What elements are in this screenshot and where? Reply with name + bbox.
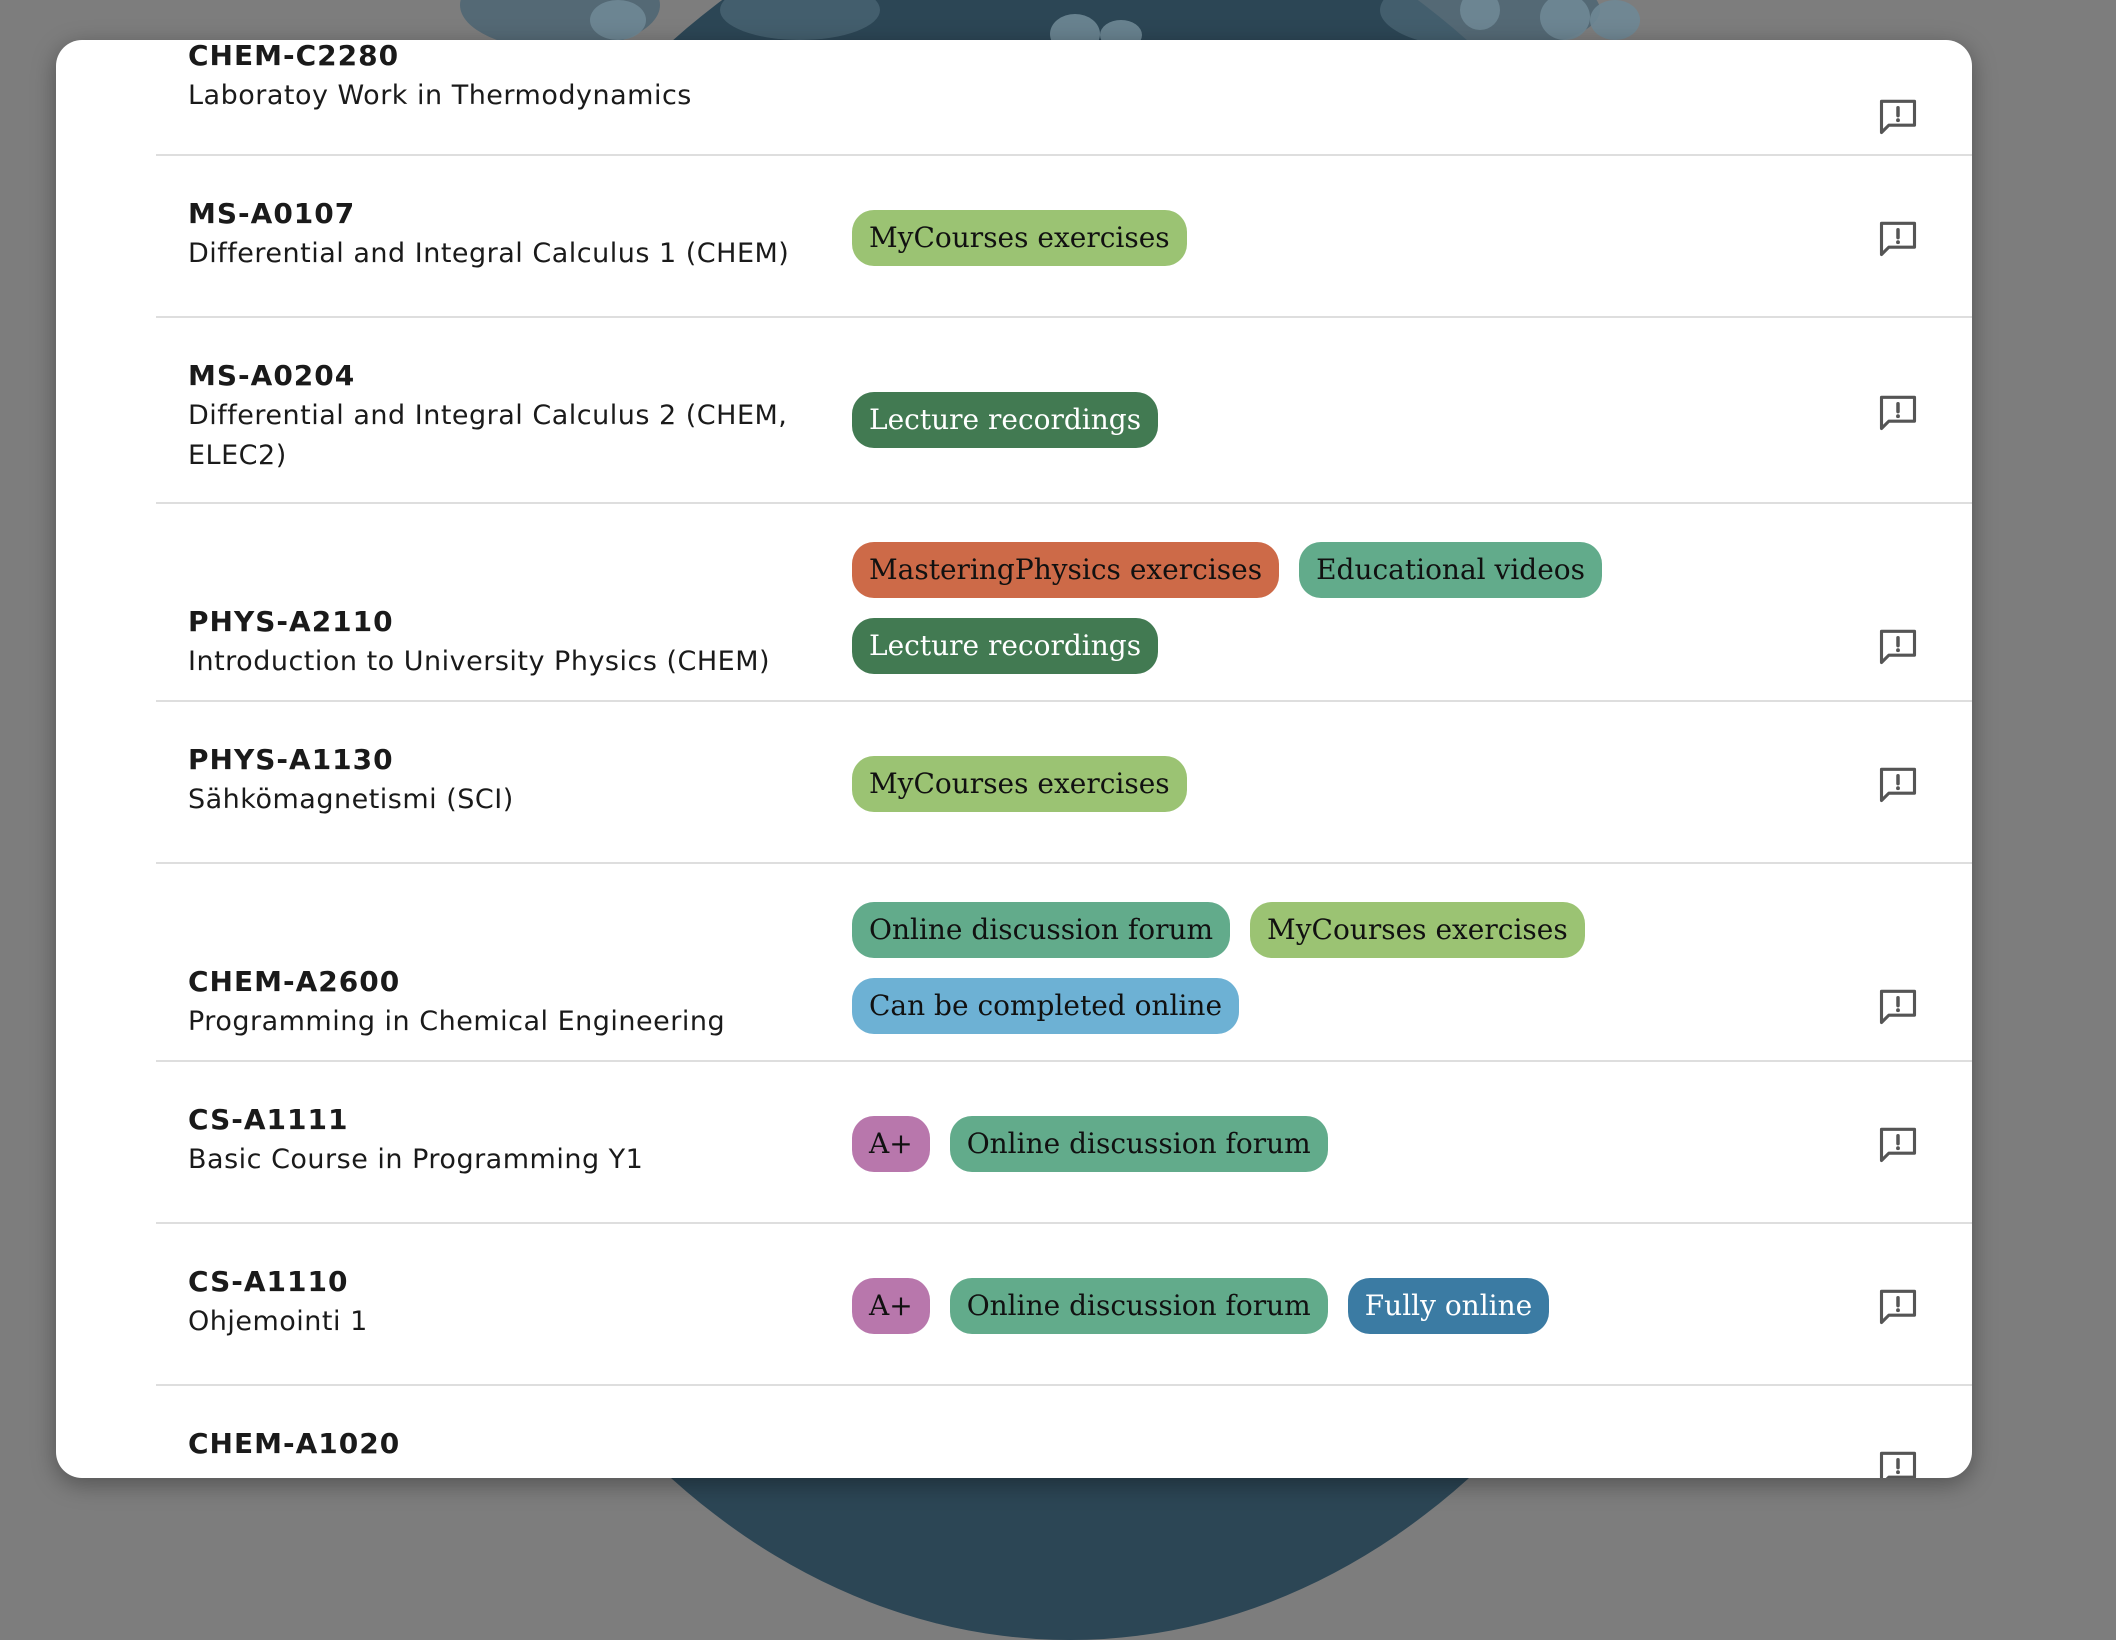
tag-line: Lecture recordings <box>852 618 1672 674</box>
course-name: Programming in Chemical Engineering <box>188 1006 726 1037</box>
feature-tag[interactable]: Fully online <box>1347 1278 1550 1334</box>
feedback-icon[interactable] <box>1876 390 1920 434</box>
course-name: Laboratoy Work in Thermodynamics <box>188 80 692 111</box>
course-code: CHEM-A1020 <box>188 1427 401 1460</box>
course-row: MS-A0204 Differential and Integral Calcul… <box>156 318 1972 504</box>
course-code: MS-A0204 <box>188 359 356 392</box>
feature-tag[interactable]: Online discussion forum <box>949 1278 1328 1334</box>
course-tags: Online discussion forum MyCourses exercis… <box>852 902 1672 1034</box>
course-code: PHYS-A1130 <box>188 743 394 776</box>
course-info: MS-A0107 Differential and Integral Calcul… <box>188 194 828 274</box>
course-name: Ohjemointi 1 <box>188 1306 368 1337</box>
background-bubble <box>590 0 646 40</box>
course-name: ELEC2) <box>188 440 287 471</box>
course-info: CS-A1110 Ohjemointi 1 <box>188 1262 828 1342</box>
tag-line: Can be completed online <box>852 978 1672 1034</box>
course-name: Basic Course in Programming Y1 <box>188 1144 644 1175</box>
course-row: PHYS-A1130 Sähkömagnetismi (SCI) MyCourses… <box>156 702 1972 864</box>
tag-line: A+ Online discussion forum Fully online <box>852 1278 1672 1334</box>
course-info: PHYS-A1130 Sähkömagnetismi (SCI) <box>188 740 828 820</box>
course-info: CHEM-C2280 Laboratoy Work in Thermodynami… <box>188 40 828 116</box>
feedback-icon[interactable] <box>1876 624 1920 668</box>
course-row: CHEM-A2600 Programming in Chemical Engine… <box>156 864 1972 1062</box>
course-info: CHEM-A2600 Programming in Chemical Engine… <box>188 962 828 1042</box>
feature-tag[interactable]: Lecture recordings <box>852 392 1159 448</box>
course-row: CHEM-C2280 Laboratoy Work in Thermodynami… <box>156 40 1972 156</box>
course-info: PHYS-A2110 Introduction to University Phy… <box>188 602 828 682</box>
feature-tag[interactable]: Online discussion forum <box>852 902 1231 958</box>
feature-tag[interactable]: Educational videos <box>1299 542 1603 598</box>
background-bubble <box>1540 0 1590 40</box>
course-code: MS-A0107 <box>188 197 356 230</box>
course-tags: MyCourses exercises <box>852 756 1672 812</box>
course-code: CHEM-C2280 <box>188 40 400 72</box>
feedback-icon[interactable] <box>1876 762 1920 806</box>
course-code: CHEM-A2600 <box>188 965 401 998</box>
feature-tag[interactable]: Can be completed online <box>852 978 1240 1034</box>
feedback-icon[interactable] <box>1876 1446 1920 1478</box>
course-code: PHYS-A2110 <box>188 605 394 638</box>
tag-line: Online discussion forum MyCourses exercis… <box>852 902 1672 958</box>
feature-tag[interactable]: A+ <box>852 1278 930 1334</box>
course-code: CS-A1110 <box>188 1265 349 1298</box>
course-tags: MasteringPhysics exercises Educational vi… <box>852 542 1672 674</box>
feature-tag[interactable]: MyCourses exercises <box>1250 902 1585 958</box>
course-code: CS-A1111 <box>188 1103 349 1136</box>
course-name: Sähkömagnetismi (SCI) <box>188 784 514 815</box>
course-row: MS-A0107 Differential and Integral Calcul… <box>156 156 1972 318</box>
course-row: PHYS-A2110 Introduction to University Phy… <box>156 504 1972 702</box>
course-info: CHEM-A1020 <box>188 1424 828 1464</box>
feature-tag[interactable]: Online discussion forum <box>949 1116 1328 1172</box>
tag-line: MyCourses exercises <box>852 756 1672 812</box>
feature-tag[interactable]: Lecture recordings <box>852 618 1159 674</box>
course-tags: MyCourses exercises <box>852 210 1672 266</box>
feature-tag[interactable]: A+ <box>852 1116 930 1172</box>
course-name: Differential and Integral Calculus 1 (CH… <box>188 238 790 269</box>
feedback-icon[interactable] <box>1876 984 1920 1028</box>
course-name: Differential and Integral Calculus 2 (CH… <box>188 400 788 431</box>
course-tags: A+ Online discussion forum <box>852 1116 1672 1172</box>
feature-tag[interactable]: MasteringPhysics exercises <box>852 542 1280 598</box>
feature-tag[interactable]: MyCourses exercises <box>852 756 1187 812</box>
course-row: CS-A1111 Basic Course in Programming Y1 A+… <box>156 1062 1972 1224</box>
feedback-icon[interactable] <box>1876 1122 1920 1166</box>
course-row: CS-A1110 Ohjemointi 1 A+ Online discussion … <box>156 1224 1972 1386</box>
feedback-icon[interactable] <box>1876 94 1920 138</box>
course-row: CHEM-A1020 <box>156 1386 1972 1478</box>
background-bubble <box>1590 0 1640 40</box>
tag-line: A+ Online discussion forum <box>852 1116 1672 1172</box>
course-list-panel: CHEM-C2280 Laboratoy Work in Thermodynami… <box>56 40 1972 1478</box>
tag-line: MasteringPhysics exercises Educational vi… <box>852 542 1672 598</box>
course-tags: A+ Online discussion forum Fully online <box>852 1278 1672 1334</box>
tag-line: MyCourses exercises <box>852 210 1672 266</box>
feedback-icon[interactable] <box>1876 1284 1920 1328</box>
course-info: CS-A1111 Basic Course in Programming Y1 <box>188 1100 828 1180</box>
course-info: MS-A0204 Differential and Integral Calcul… <box>188 356 828 476</box>
feedback-icon[interactable] <box>1876 216 1920 260</box>
course-tags: Lecture recordings <box>852 392 1672 448</box>
course-name: Introduction to University Physics (CHEM… <box>188 646 771 677</box>
feature-tag[interactable]: MyCourses exercises <box>852 210 1187 266</box>
tag-line: Lecture recordings <box>852 392 1672 448</box>
